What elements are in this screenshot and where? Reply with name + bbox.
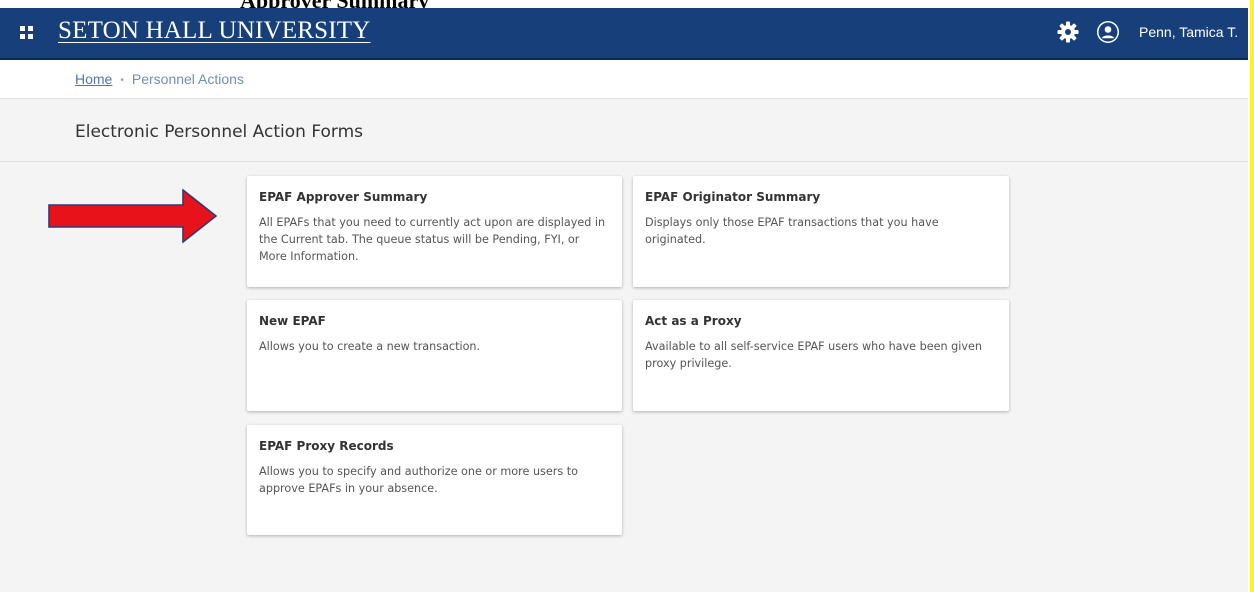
- card-title: EPAF Originator Summary: [645, 190, 821, 204]
- epaf-proxy-records-card[interactable]: EPAF Proxy Records Allows you to specify…: [247, 425, 622, 535]
- page-header: Electronic Personnel Action Forms: [0, 99, 1248, 162]
- epaf-originator-summary-card[interactable]: EPAF Originator Summary Displays only th…: [633, 176, 1009, 287]
- page-title: Electronic Personnel Action Forms: [75, 122, 364, 142]
- breadcrumb-current: Personnel Actions: [131, 71, 244, 87]
- grid-menu-icon[interactable]: [20, 26, 34, 40]
- epaf-approver-summary-card[interactable]: EPAF Approver Summary All EPAFs that you…: [247, 176, 622, 287]
- breadcrumb-separator: •: [120, 75, 124, 86]
- card-title: New EPAF: [259, 314, 326, 328]
- card-description: Available to all self-service EPAF users…: [645, 340, 982, 370]
- breadcrumb: Home • Personnel Actions: [75, 71, 244, 87]
- card-description: All EPAFs that you need to currently act…: [259, 216, 606, 263]
- main-content: Electronic Personnel Action Forms EPAF A…: [0, 99, 1248, 592]
- card-description: Displays only those EPAF transactions th…: [645, 216, 939, 246]
- user-icon[interactable]: [1096, 20, 1120, 44]
- card-title: Act as a Proxy: [645, 314, 742, 328]
- card-description: Allows you to specify and authorize one …: [259, 465, 578, 495]
- new-epaf-card[interactable]: New EPAF Allows you to create a new tran…: [247, 300, 622, 411]
- card-title: EPAF Proxy Records: [259, 439, 394, 453]
- highlight-border: [1250, 0, 1254, 592]
- annotation-arrow: [48, 189, 218, 243]
- gear-icon[interactable]: [1056, 20, 1080, 44]
- annotation-arrow-shape: [48, 189, 218, 243]
- top-navigation-bar: SETON HALL UNIVERSITY Penn, Tamica T.: [0, 8, 1248, 60]
- card-title: EPAF Approver Summary: [259, 190, 428, 204]
- university-logo[interactable]: SETON HALL UNIVERSITY: [58, 17, 371, 45]
- user-name[interactable]: Penn, Tamica T.: [1139, 24, 1238, 40]
- breadcrumb-bar: Home • Personnel Actions: [0, 60, 1248, 99]
- breadcrumb-home-link[interactable]: Home: [75, 71, 112, 87]
- card-description: Allows you to create a new transaction.: [259, 340, 481, 353]
- act-as-proxy-card[interactable]: Act as a Proxy Available to all self-ser…: [633, 300, 1009, 411]
